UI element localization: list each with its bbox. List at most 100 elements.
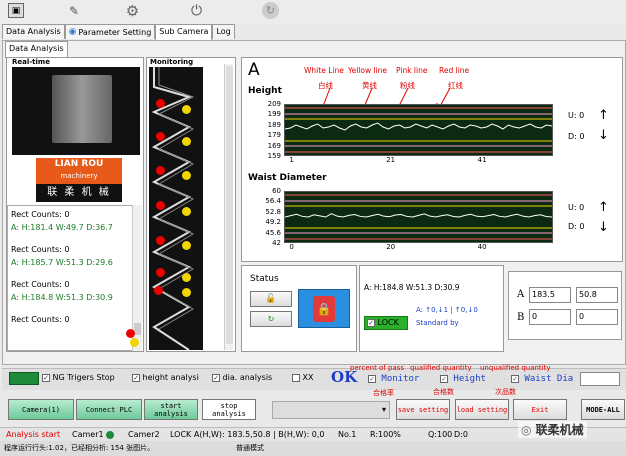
- ng-trig-label: NG Trigers Stop: [52, 373, 115, 382]
- y-tick-label: 159: [267, 152, 281, 160]
- height-option[interactable]: Height: [440, 374, 486, 384]
- camera-button[interactable]: Camera(1): [8, 399, 74, 420]
- waist-plot: [284, 191, 553, 243]
- lock-state-button[interactable]: 🔒: [298, 289, 350, 328]
- scroll-thumb[interactable]: [134, 323, 141, 335]
- refresh-icon: ↻: [267, 313, 275, 324]
- height-label: Height: [453, 374, 486, 384]
- stop-analysis-button[interactable]: stop analysis: [202, 399, 256, 420]
- logo-line2: machinery: [60, 172, 98, 180]
- main-tabs: Data Analysis ◉ Parameter Setting Sub Cam…: [2, 24, 235, 41]
- gear-icon[interactable]: ⚙: [124, 2, 141, 20]
- height-analysis-checkbox[interactable]: [132, 373, 140, 382]
- y-tick-label: 49.2: [265, 218, 281, 227]
- y-tick-label: 45.6: [265, 228, 281, 237]
- start-analysis-button[interactable]: start analysis: [144, 399, 198, 420]
- screen-icon[interactable]: ▣: [8, 3, 24, 18]
- tab-data-analysis[interactable]: Data Analysis: [2, 24, 65, 39]
- waist-option[interactable]: Waist Dia: [511, 374, 573, 384]
- monitor-scroll-thumb[interactable]: [226, 66, 233, 344]
- monitor-option[interactable]: Monitor: [368, 374, 419, 384]
- white-line-label: White Line: [304, 66, 344, 75]
- runtime-info: 程序运行行头:1.02，已经相分析: 154 张图片。: [4, 444, 155, 452]
- y-tick-label: 199: [267, 110, 281, 119]
- waist-svg: [284, 194, 553, 240]
- monitor-checkbox[interactable]: [368, 374, 376, 383]
- connect-plc-button[interactable]: Connect PLC: [76, 399, 142, 420]
- tab-log[interactable]: Log: [212, 24, 235, 39]
- unqualified-value: D:0: [454, 430, 468, 439]
- tab-parameter-label: Parameter Setting: [78, 27, 152, 37]
- monitoring-scrollbar[interactable]: [224, 64, 233, 350]
- height-svg: [284, 107, 553, 153]
- mode-all-button[interactable]: MODE-ALL: [581, 399, 625, 420]
- save-setting-button[interactable]: save setting: [396, 399, 450, 420]
- waist-lower-count: D: 0: [568, 222, 585, 231]
- measure-text: A: H:184.8 W:51.3 D:30.9: [364, 283, 460, 292]
- refresh-icon[interactable]: ↻: [262, 2, 279, 19]
- document-icon[interactable]: ✎: [66, 3, 82, 18]
- xx-label: XX: [302, 373, 314, 382]
- mode-select[interactable]: ▾: [272, 401, 390, 419]
- height-upper-count: U: 0: [568, 111, 585, 120]
- down-arrow-icon: ↓: [598, 128, 609, 143]
- records-scrollbar[interactable]: [132, 205, 142, 351]
- y-tick-label: 179: [267, 131, 281, 140]
- tab-sub-camera[interactable]: Sub Camera: [155, 24, 213, 41]
- rect-record-count: Rect Counts: 0: [11, 315, 70, 324]
- standard-b-height-field[interactable]: 0: [529, 309, 571, 325]
- lock-status: LOCK A(H,W): 183.5,50.8 | B(H,W): 0,0: [170, 430, 325, 439]
- waist-yaxis: 60 56.4 52.8 49.2 45.6 42: [247, 187, 281, 247]
- waist-up-arrow-icon: ↑: [598, 200, 609, 215]
- x-tick-label: 40: [477, 243, 487, 251]
- standard-by-label: Standard by: [416, 319, 459, 327]
- unlock-button[interactable]: 🔓: [250, 291, 292, 307]
- monitor-marker: [126, 329, 135, 338]
- data-series-line: [284, 122, 553, 131]
- waist-checkbox[interactable]: [511, 374, 519, 383]
- mode-info: 普通模式: [236, 444, 264, 452]
- logo-line1: LIAN ROU: [54, 159, 104, 169]
- load-setting-button[interactable]: load setting: [455, 399, 509, 420]
- globe-icon: ◉: [68, 26, 77, 37]
- monitor-marker: [156, 99, 165, 108]
- info-bar: 程序运行行头:1.02，已经相分析: 154 张图片。 普通模式: [0, 441, 626, 456]
- run-number: No.1: [338, 430, 357, 439]
- height-checkbox[interactable]: [440, 374, 448, 383]
- y-tick-label: 52.8: [265, 207, 281, 216]
- dia-analysis-option[interactable]: dia. analysis: [212, 373, 272, 382]
- ng-trig-checkbox[interactable]: [42, 373, 50, 382]
- monitor-marker: [182, 207, 191, 216]
- logo: LIAN ROU machinery: [36, 158, 122, 184]
- chevron-down-icon: ▾: [381, 405, 386, 414]
- power-icon[interactable]: ⏻: [188, 2, 205, 19]
- qualified-annotation: qualified quantity: [410, 364, 472, 372]
- tab-parameter-setting[interactable]: ◉ Parameter Setting: [64, 24, 156, 39]
- monitoring-label: Monitoring: [150, 58, 194, 66]
- lock-checkbox[interactable]: [367, 318, 375, 327]
- height-plot: [284, 104, 553, 156]
- refresh-status-button[interactable]: ↻: [250, 311, 292, 327]
- unqualified-annotation: unqualified quantity: [480, 364, 551, 372]
- dia-analysis-checkbox[interactable]: [212, 373, 220, 382]
- standard-a-height-field[interactable]: 183.5: [529, 287, 571, 303]
- xx-option[interactable]: XX: [292, 373, 314, 382]
- standard-a-width-field[interactable]: 50.8: [576, 287, 618, 303]
- monitor-marker: [182, 137, 191, 146]
- height-analysis-option[interactable]: height analysi: [132, 373, 199, 382]
- x-tick-label: 20: [386, 243, 396, 251]
- monitor-marker: [156, 236, 165, 245]
- rect-records-list[interactable]: Rect Counts: 0 A: H:181.4 W:49.7 D:36.7 Re…: [7, 205, 142, 351]
- standard-b-width-field[interactable]: 0: [576, 309, 618, 325]
- exit-button[interactable]: Exit: [513, 399, 567, 420]
- waist-value-field[interactable]: [580, 372, 620, 386]
- ng-trig-option[interactable]: NG Trigers Stop: [42, 373, 115, 382]
- tab-inner-data-analysis[interactable]: Data Analysis: [5, 41, 68, 58]
- height-yaxis: 209 199 189 179 169 159: [247, 100, 281, 160]
- camera1-status: Camer1: [72, 430, 104, 439]
- lock-indicator[interactable]: LOCK: [364, 316, 408, 330]
- xx-checkbox[interactable]: [292, 373, 300, 382]
- rect-record-values: A: H:181.4 W:49.7 D:36.7: [11, 223, 113, 232]
- y-tick-label: 189: [267, 120, 281, 129]
- rect-record-count: Rect Counts: 0: [11, 210, 70, 219]
